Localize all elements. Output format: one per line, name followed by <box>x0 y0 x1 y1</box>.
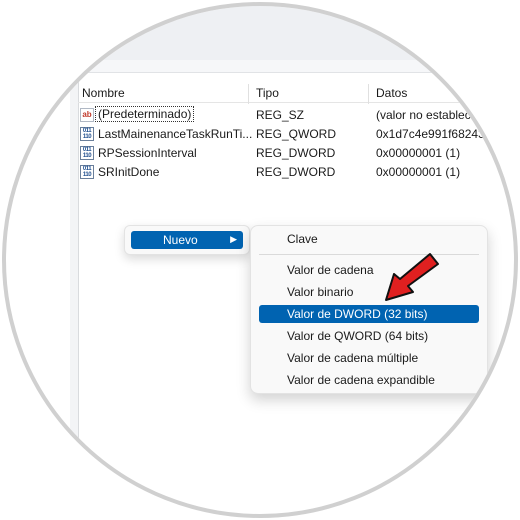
menu-item-label: Valor de QWORD (64 bits) <box>287 329 429 343</box>
table-row[interactable]: ab (Predeterminado) REG_SZ (valor no est… <box>78 106 520 125</box>
value-data: 0x00000001 (1) <box>376 165 461 179</box>
value-data: 0x1d7c4e991f68243 <box>376 127 485 141</box>
address-bar-edge <box>78 60 518 73</box>
menu-item-label: Valor de cadena expandible <box>287 373 435 387</box>
menu-item-label: Clave <box>287 232 318 246</box>
column-header-name[interactable]: Nombre <box>82 86 125 100</box>
registry-editor-window: Nombre Tipo Datos ab (Predeterminado) RE… <box>0 0 520 520</box>
value-data: (valor no establec <box>376 108 471 122</box>
binary-value-icon: 011 110 <box>80 146 94 160</box>
value-name: LastMainenanceTaskRunTi... <box>98 127 253 141</box>
menu-item-expandable-string-value[interactable]: Valor de cadena expandible <box>259 371 479 389</box>
menu-item-binary-value[interactable]: Valor binario <box>259 283 479 301</box>
context-menu: Nuevo ▶ <box>124 225 250 255</box>
binary-value-icon: 011 110 <box>80 127 94 141</box>
annotation-arrow-icon <box>385 253 439 301</box>
column-divider[interactable] <box>248 84 249 104</box>
menu-item-qword-value[interactable]: Valor de QWORD (64 bits) <box>259 327 479 345</box>
value-name: RPSessionInterval <box>98 146 197 160</box>
value-name: (Predeterminado) <box>95 106 195 122</box>
table-row[interactable]: 011 110 LastMainenanceTaskRunTi... REG_QW… <box>78 125 520 144</box>
menu-item-string-value[interactable]: Valor de cadena <box>259 261 479 279</box>
table-row[interactable]: 011 110 SRInitDone REG_DWORD 0x00000001 (… <box>78 163 520 182</box>
menu-item-nuevo[interactable]: Nuevo ▶ <box>131 231 243 249</box>
column-divider[interactable] <box>368 84 369 104</box>
value-data: 0x00000001 (1) <box>376 146 461 160</box>
values-list-header: Nombre Tipo Datos <box>78 84 520 104</box>
string-value-icon: ab <box>80 108 94 122</box>
menu-item-label: Valor de cadena múltiple <box>287 351 419 365</box>
new-submenu: Clave Valor de cadena Valor binario Valo… <box>250 225 488 394</box>
binary-value-icon: 011 110 <box>80 165 94 179</box>
column-header-type[interactable]: Tipo <box>256 86 279 100</box>
value-type: REG_DWORD <box>256 165 336 179</box>
menu-separator <box>259 254 479 255</box>
menu-item-multi-string-value[interactable]: Valor de cadena múltiple <box>259 349 479 367</box>
menu-item-label: Valor de cadena <box>287 263 374 277</box>
menu-item-label: Nuevo <box>163 233 198 247</box>
chevron-right-icon: ▶ <box>230 234 237 244</box>
column-header-data[interactable]: Datos <box>376 86 407 100</box>
value-name: SRInitDone <box>98 165 160 179</box>
menu-item-dword-value[interactable]: Valor de DWORD (32 bits) <box>259 305 479 323</box>
menu-item-clave[interactable]: Clave <box>259 230 479 248</box>
value-type: REG_SZ <box>256 108 305 122</box>
value-type: REG_DWORD <box>256 146 336 160</box>
menu-item-label: Valor de DWORD (32 bits) <box>287 307 428 321</box>
value-type: REG_QWORD <box>256 127 337 141</box>
menu-item-label: Valor binario <box>287 285 354 299</box>
table-row[interactable]: 011 110 RPSessionInterval REG_DWORD 0x000… <box>78 144 520 163</box>
